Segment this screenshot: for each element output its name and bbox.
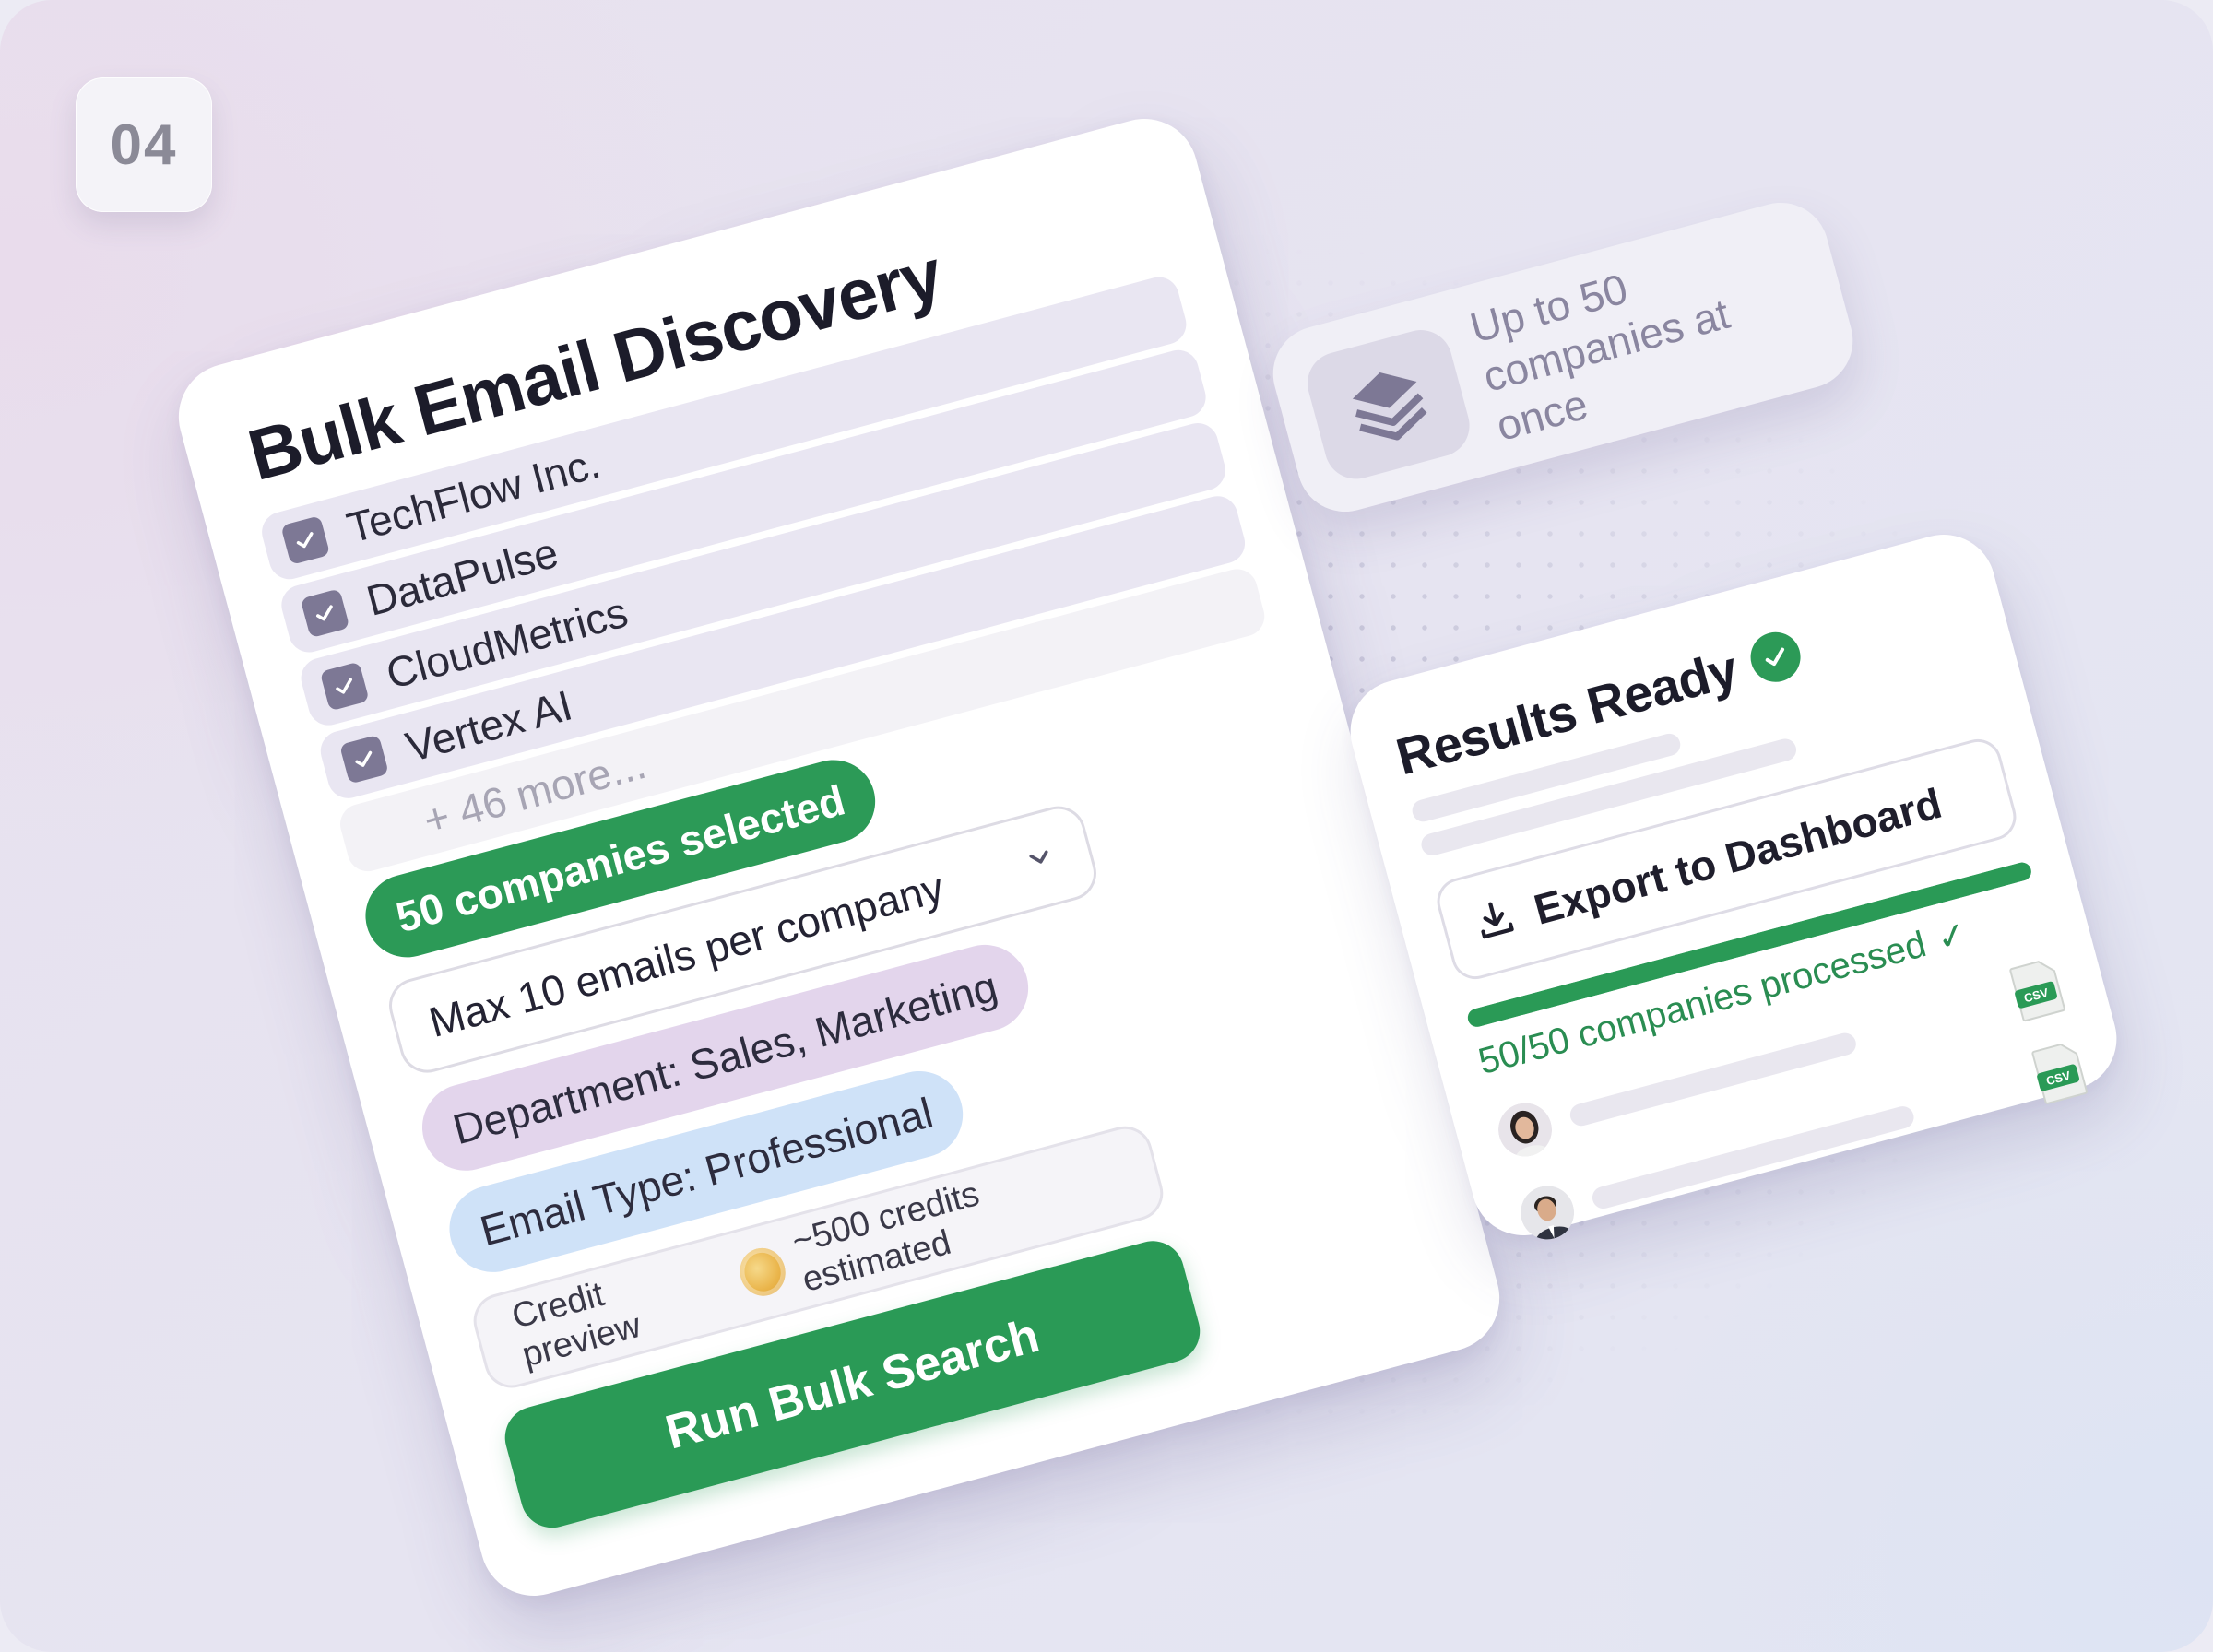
checkbox-checked-icon[interactable] xyxy=(338,734,389,785)
step-badge: 04 xyxy=(76,77,212,212)
checkbox-checked-icon[interactable] xyxy=(319,661,370,712)
avatar xyxy=(1492,1097,1557,1162)
checkbox-checked-icon[interactable] xyxy=(300,588,350,639)
checkbox-checked-icon[interactable] xyxy=(280,515,331,566)
check-circle-icon xyxy=(1745,626,1806,688)
csv-file-icon[interactable]: CSV xyxy=(2006,956,2071,1029)
avatar xyxy=(1514,1179,1580,1245)
check-icon: ✓ xyxy=(1933,914,1971,961)
csv-file-icon[interactable]: CSV xyxy=(2029,1038,2093,1111)
download-icon xyxy=(1469,893,1522,950)
background: 04 Bulk Email Discovery TechFlow Inc. Da… xyxy=(0,0,2213,1652)
coin-icon xyxy=(734,1243,790,1302)
layers-icon xyxy=(1300,322,1477,486)
credit-preview-label: Credit preview xyxy=(507,1275,645,1375)
chevron-down-icon xyxy=(1021,838,1060,880)
